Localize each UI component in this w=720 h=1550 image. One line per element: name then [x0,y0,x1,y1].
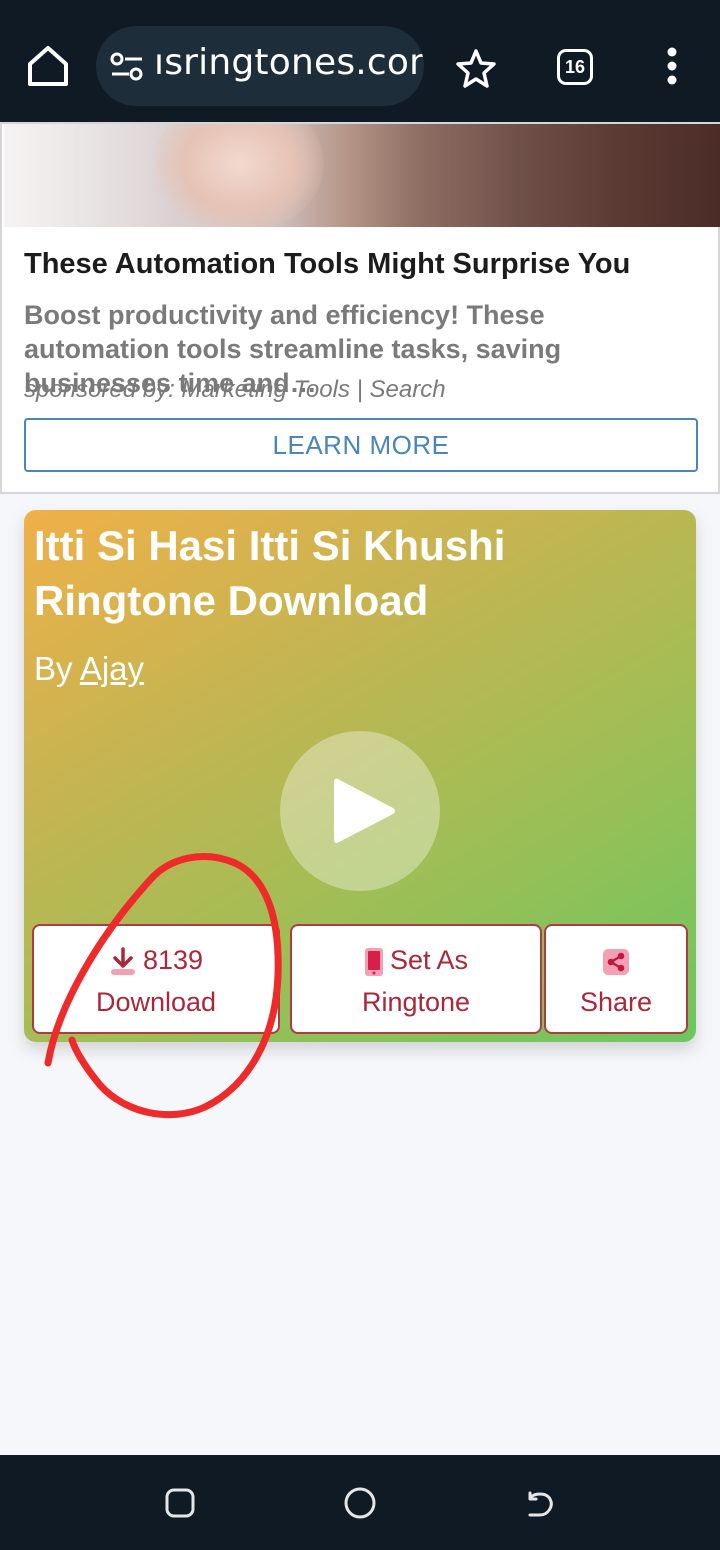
ringtone-byline: By Ajay [34,650,144,688]
set-as-ringtone-button[interactable]: Set As Ringtone [290,924,542,1034]
download-icon [110,947,135,975]
phone-icon [364,947,383,976]
browser-toolbar: ısringtones.com 16 [0,0,720,122]
site-settings-icon[interactable] [110,50,144,84]
set-as-line1: Set As [389,945,469,975]
tab-count: 16 [564,57,586,77]
system-navigation-bar [0,1455,720,1550]
sponsored-ad[interactable]: These Automation Tools Might Surprise Yo… [0,122,720,494]
set-as-line2: Ringtone [361,987,471,1017]
share-label: Share [579,987,653,1017]
download-label: Download [95,987,217,1017]
tab-switcher-icon[interactable]: 16 [557,49,593,85]
home-icon[interactable] [24,42,72,90]
author-link[interactable]: Ajay [80,650,144,687]
address-bar[interactable]: ısringtones.com [96,26,424,106]
nav-home-icon[interactable] [342,1485,378,1521]
download-count: 8139 [142,945,204,975]
share-icon [603,948,629,975]
overflow-menu-icon[interactable] [658,46,686,86]
play-button[interactable] [280,731,440,891]
learn-more-button[interactable]: LEARN MORE [24,418,698,472]
byline-prefix: By [34,650,80,687]
ringtone-card: Itti Si Hasi Itti Si Khushi Ringtone Dow… [24,510,696,1042]
bookmark-star-icon[interactable] [456,48,496,88]
ad-image[interactable] [4,124,720,227]
ringtone-title: Itti Si Hasi Itti Si Khushi Ringtone Dow… [34,522,506,624]
recents-icon[interactable] [164,1487,196,1519]
url-text[interactable]: ısringtones.com [154,42,424,83]
share-button[interactable]: Share [544,924,688,1034]
ad-title[interactable]: These Automation Tools Might Surprise Yo… [24,248,704,281]
back-icon[interactable] [522,1485,558,1521]
ad-sponsor: sponsored by: Marketing Tools | Search [24,376,446,403]
download-button[interactable]: 8139 Download [32,924,280,1034]
play-icon [334,778,395,843]
